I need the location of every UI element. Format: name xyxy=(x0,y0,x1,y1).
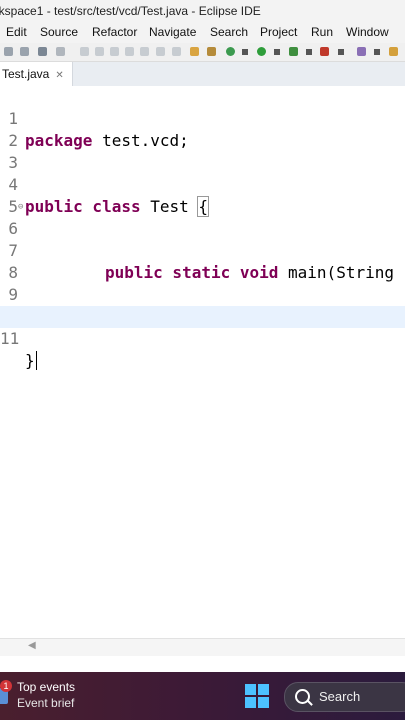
drop-frame-icon[interactable] xyxy=(190,47,199,56)
fold-icon[interactable]: ⊖ xyxy=(18,196,23,218)
menu-bar: Edit Source Refactor Navigate Search Pro… xyxy=(0,22,405,43)
save-all-icon[interactable] xyxy=(56,47,65,56)
editor-tab-bar: Test.java ✕ xyxy=(0,62,405,87)
tab-label: Test.java xyxy=(2,67,50,81)
search-icon xyxy=(295,689,310,704)
dropdown-arrow-icon[interactable] xyxy=(242,49,248,55)
menu-edit[interactable]: Edit xyxy=(6,22,27,43)
menu-search[interactable]: Search xyxy=(210,22,248,43)
tools-icon[interactable] xyxy=(207,47,216,56)
code-line: 5 xyxy=(0,174,405,216)
windows-taskbar: 1 Top events Event brief Search xyxy=(0,672,405,720)
taskbar-search-box[interactable]: Search xyxy=(284,682,405,712)
menu-run[interactable]: Run xyxy=(311,22,333,43)
code-line: 8 xyxy=(0,240,405,282)
window-title: orkspace1 - test/src/test/vcd/Test.java … xyxy=(0,4,261,18)
horizontal-scrollbar[interactable]: ◀ xyxy=(0,638,405,657)
code-line: 6 ⊖ public static void main(String xyxy=(0,196,405,282)
code-line: 4 public class Test { xyxy=(0,152,405,217)
save-icon[interactable] xyxy=(38,47,47,56)
dropdown-arrow-icon[interactable] xyxy=(306,49,312,55)
resume-icon[interactable] xyxy=(95,47,104,56)
line-number: 11 xyxy=(0,329,20,348)
run-icon[interactable] xyxy=(257,47,266,56)
terminate-icon[interactable] xyxy=(125,47,134,56)
code-line-current: 11 } xyxy=(0,306,405,370)
tab-test-java[interactable]: Test.java ✕ xyxy=(0,62,73,86)
dropdown-arrow-icon[interactable] xyxy=(338,49,344,55)
search-label: Search xyxy=(319,689,361,704)
status-area xyxy=(0,656,405,672)
windows-start-icon[interactable] xyxy=(245,684,269,708)
code-line: 2 xyxy=(0,108,405,150)
menu-navigate[interactable]: Navigate xyxy=(149,22,196,43)
step-into-icon[interactable] xyxy=(140,47,149,56)
window-title-bar: orkspace1 - test/src/test/vcd/Test.java … xyxy=(0,0,405,22)
toolbar xyxy=(0,43,405,62)
menu-refactor[interactable]: Refactor xyxy=(92,22,137,43)
menu-window[interactable]: Window xyxy=(346,22,389,43)
debug-icon[interactable] xyxy=(226,47,235,56)
notification-badge: 1 xyxy=(0,680,12,692)
scroll-left-icon[interactable]: ◀ xyxy=(28,640,36,651)
skip-icon[interactable] xyxy=(80,47,89,56)
code-line: 9 } xyxy=(0,262,405,326)
menu-project[interactable]: Project xyxy=(260,22,297,43)
events-subtitle[interactable]: Event brief xyxy=(17,696,74,710)
step-over-icon[interactable] xyxy=(156,47,165,56)
dropdown-arrow-icon[interactable] xyxy=(374,49,380,55)
code-line: 3 xyxy=(0,130,405,172)
open-icon[interactable] xyxy=(20,47,29,56)
code-line: 10 xyxy=(0,284,405,326)
new-java-project-icon[interactable] xyxy=(357,47,366,56)
close-icon[interactable]: ✕ xyxy=(55,70,63,81)
suspend-icon[interactable] xyxy=(110,47,119,56)
step-return-icon[interactable] xyxy=(172,47,181,56)
coverage-icon[interactable] xyxy=(289,47,298,56)
events-title[interactable]: Top events xyxy=(17,680,75,694)
menu-source[interactable]: Source xyxy=(40,22,78,43)
code-line: 1 package test.vcd; xyxy=(0,86,405,150)
code-text: } xyxy=(25,351,37,370)
external-tools-icon[interactable] xyxy=(320,47,329,56)
new-package-icon[interactable] xyxy=(389,47,398,56)
code-line: 7 xyxy=(0,218,405,260)
new-file-icon[interactable] xyxy=(4,47,13,56)
code-editor[interactable]: 1 package test.vcd; 2 3 4 public class T… xyxy=(0,86,405,638)
dropdown-arrow-icon[interactable] xyxy=(274,49,280,55)
